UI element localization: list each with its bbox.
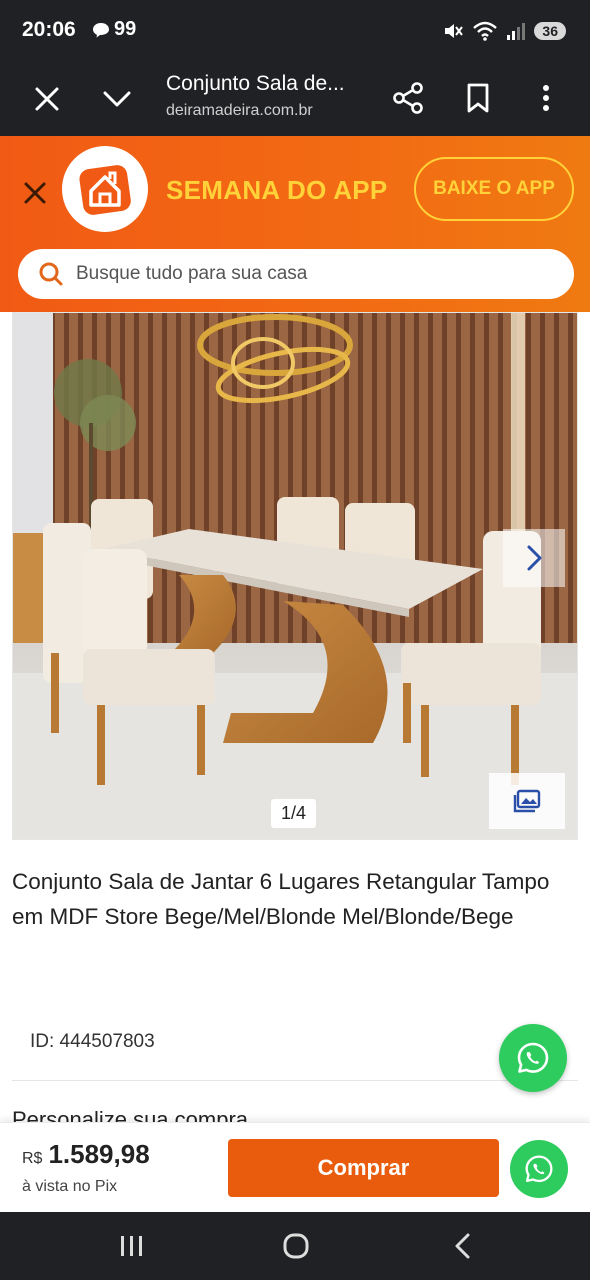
status-bar: 20:06 99 36 (0, 0, 590, 62)
gallery-next-button[interactable] (503, 529, 565, 587)
gallery-photos-button[interactable] (489, 773, 565, 829)
bookmark-icon[interactable] (460, 80, 496, 116)
battery-indicator: 36 (534, 22, 566, 40)
close-icon[interactable] (30, 82, 64, 116)
house-logo-icon (79, 165, 131, 215)
whatsapp-floating-button[interactable] (499, 1024, 567, 1092)
promo-text: SEMANA DO APP (166, 175, 388, 205)
price: R$ 1.589,98 (22, 1139, 150, 1170)
browser-toolbar: Conjunto Sala de... deiramadeira.com.br (0, 62, 590, 136)
search-icon (39, 262, 63, 286)
browser-url[interactable]: deiramadeira.com.br (166, 102, 313, 120)
promo-header: SEMANA DO APP BAIXE O APP (0, 136, 590, 312)
image-gallery-icon (513, 789, 541, 813)
mute-icon (445, 24, 464, 38)
product-title: Conjunto Sala de Jantar 6 Lugares Retang… (12, 869, 550, 929)
wifi-icon (473, 21, 498, 41)
home-icon[interactable] (280, 1230, 312, 1262)
section-divider (12, 1080, 578, 1081)
search-input[interactable] (76, 263, 536, 285)
whatsapp-icon (525, 1155, 553, 1183)
product-photo (13, 313, 577, 839)
system-nav-bar (0, 1212, 590, 1280)
gallery-counter: 1/4 (271, 799, 317, 828)
recent-apps-icon[interactable] (116, 1232, 148, 1260)
status-time: 20:06 (22, 18, 76, 41)
signal-icon (507, 23, 526, 40)
whatsapp-button[interactable] (510, 1140, 568, 1198)
chevron-down-icon[interactable] (100, 82, 134, 116)
price-note: à vista no Pix (22, 1178, 118, 1195)
chevron-right-icon (527, 545, 542, 571)
price-value: 1.589,98 (48, 1139, 150, 1169)
price-currency: R$ (22, 1150, 43, 1167)
status-icons: 36 (442, 20, 566, 42)
notification-indicator: 99 (92, 18, 136, 41)
product-gallery[interactable]: 1/4 (12, 312, 578, 840)
chat-bubble-icon (93, 22, 109, 37)
notification-count: 99 (114, 18, 137, 40)
app-logo (62, 146, 148, 232)
back-icon[interactable] (448, 1230, 480, 1262)
product-id: ID: 444507803 (30, 1031, 155, 1052)
purchase-bar: R$ 1.589,98 à vista no Pix Comprar (0, 1122, 590, 1212)
more-vert-icon[interactable] (528, 80, 564, 116)
personalize-heading: Personalize sua compra (12, 1107, 249, 1122)
share-icon[interactable] (390, 80, 426, 116)
search-bar[interactable] (18, 249, 574, 299)
browser-page-title[interactable]: Conjunto Sala de... (166, 72, 366, 96)
whatsapp-icon (517, 1042, 549, 1073)
download-app-button[interactable]: BAIXE O APP (414, 157, 574, 221)
close-banner-icon[interactable] (18, 176, 52, 210)
buy-button[interactable]: Comprar (228, 1139, 499, 1197)
